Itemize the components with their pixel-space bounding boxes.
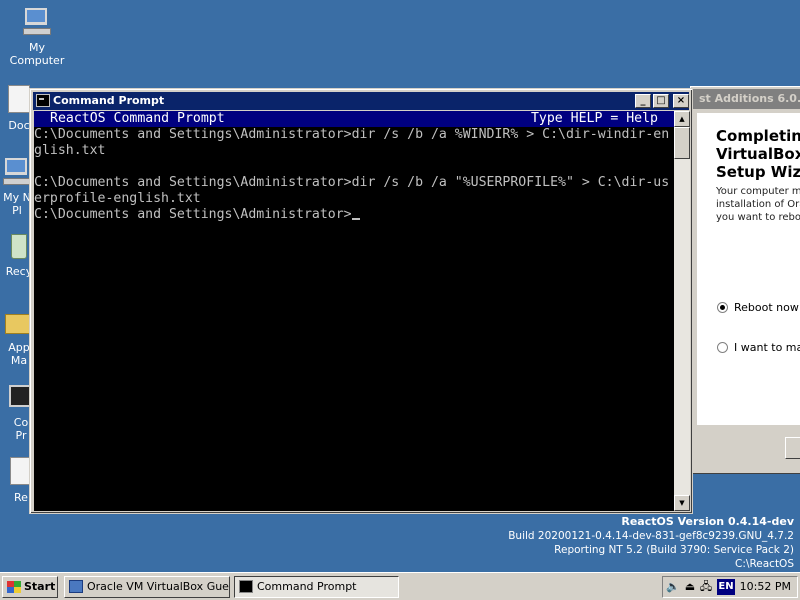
system-tray: 🔈 ⏏ 🖧 EN 10:52 PM [662, 576, 798, 598]
console-header-title: ReactOS Command Prompt [50, 111, 225, 126]
console-header-help: Type HELP = Help [530, 111, 658, 126]
safely-remove-hardware-icon[interactable]: ⏏ [683, 580, 697, 594]
start-label: Start [24, 580, 56, 593]
maximize-button[interactable]: □ [653, 94, 669, 108]
console-icon [36, 94, 50, 107]
wizard-description: Your computer mu installation of Ora you… [716, 186, 800, 223]
scrollbar-thumb[interactable] [674, 127, 690, 159]
taskbar-button-virtualbox[interactable]: Oracle VM VirtualBox Guest ... [64, 576, 230, 598]
desktop-icon-label: My Computer [9, 41, 65, 67]
text-cursor [351, 218, 360, 220]
clock[interactable]: 10:52 PM [740, 577, 791, 597]
virtualbox-setup-window[interactable]: st Additions 6.0.16 Completin VirtualBox… [690, 86, 800, 474]
network-icon[interactable]: 🖧 [699, 580, 713, 594]
scroll-down-icon[interactable]: ▼ [674, 495, 690, 511]
volume-icon[interactable]: 🔈 [666, 580, 680, 594]
console-output[interactable]: ReactOS Command Prompt Type HELP = Help … [34, 111, 674, 511]
windows-logo-icon [7, 581, 21, 593]
task-label: Command Prompt [257, 580, 357, 593]
command-prompt-window[interactable]: Command Prompt _ □ × ReactOS Command Pro… [29, 88, 693, 514]
window-title: st Additions 6.0.16 [693, 89, 800, 109]
version-watermark: ReactOS Version 0.4.14-dev Build 2020012… [508, 515, 794, 571]
window-title: Command Prompt [53, 94, 165, 107]
vertical-scrollbar[interactable]: ▲ ▼ [674, 111, 690, 511]
title-bar[interactable]: Command Prompt _ □ × [33, 92, 689, 110]
wizard-panel: Completin VirtualBox Setup Wiz Your comp… [697, 113, 800, 425]
radio-reboot-now[interactable]: Reboot now [717, 301, 799, 314]
console-icon [239, 580, 253, 593]
finish-button[interactable] [785, 437, 800, 459]
console-prompt: C:\Documents and Settings\Administrator> [34, 207, 352, 222]
radio-unchecked-icon [717, 342, 728, 353]
console-line: erprofile-english.txt [34, 191, 201, 206]
version-reporting: Reporting NT 5.2 (Build 3790: Service Pa… [554, 544, 794, 556]
language-indicator[interactable]: EN [717, 579, 735, 595]
console-prompt-line[interactable]: C:\Documents and Settings\Administrator> [34, 207, 674, 223]
version-title: ReactOS Version 0.4.14-dev [621, 515, 794, 528]
wizard-heading: Completin VirtualBox Setup Wiz [716, 127, 800, 181]
radio-label: Reboot now [734, 301, 799, 314]
taskbar: Start Oracle VM VirtualBox Guest ... Com… [0, 572, 800, 600]
version-build: Build 20200121-0.4.14-dev-831-gef8c9239.… [508, 530, 794, 542]
radio-reboot-manually[interactable]: I want to manu [717, 341, 800, 354]
scroll-up-icon[interactable]: ▲ [674, 111, 690, 127]
task-label: Oracle VM VirtualBox Guest ... [87, 580, 229, 593]
radio-checked-icon [717, 302, 728, 313]
minimize-button[interactable]: _ [635, 94, 651, 108]
console-line: C:\Documents and Settings\Administrator>… [34, 175, 670, 190]
console-line: C:\Documents and Settings\Administrator>… [34, 127, 670, 142]
virtualbox-icon [69, 580, 83, 593]
close-button[interactable]: × [673, 94, 689, 108]
version-path: C:\ReactOS [735, 558, 794, 570]
taskbar-button-command-prompt[interactable]: Command Prompt [234, 576, 399, 598]
console-line: glish.txt [34, 143, 106, 158]
desktop-icon-my-computer[interactable]: My Computer [0, 6, 74, 67]
radio-label: I want to manu [734, 341, 800, 354]
console-header: ReactOS Command Prompt Type HELP = Help [34, 111, 674, 127]
start-button[interactable]: Start [2, 576, 58, 598]
computer-icon [21, 6, 53, 38]
